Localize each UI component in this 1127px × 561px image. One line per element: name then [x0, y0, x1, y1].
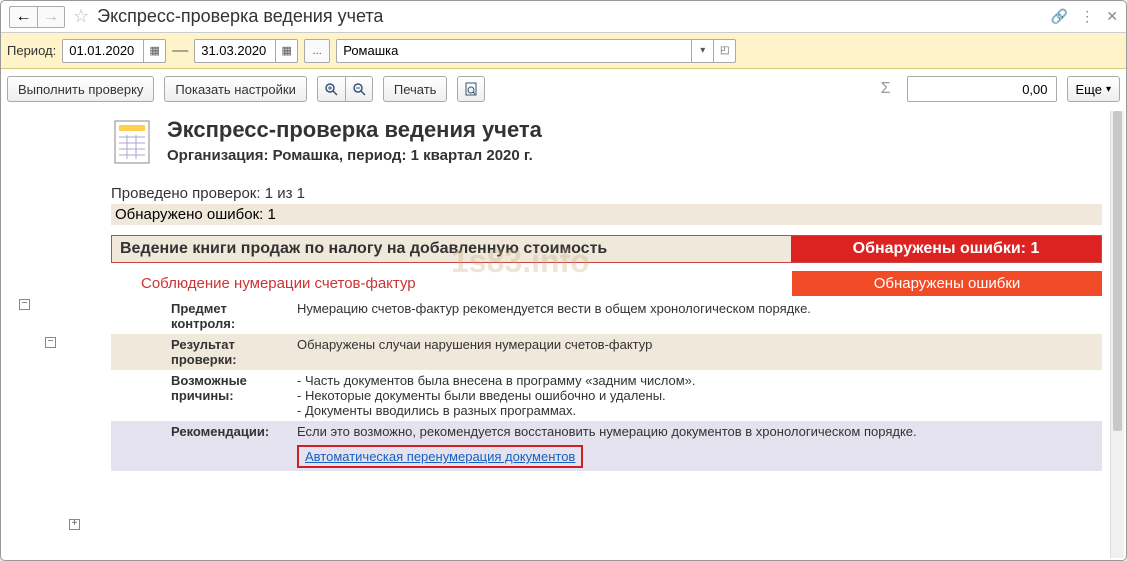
row-label: Предмет контроля: — [111, 298, 291, 334]
more-vertical-icon[interactable]: ⋮ — [1080, 8, 1094, 25]
date-from-input[interactable] — [63, 43, 143, 58]
subsection-title: Соблюдение нумерации счетов-фактур — [111, 271, 792, 296]
date-to-field[interactable]: ▦ — [194, 39, 298, 63]
section-sales-book: Ведение книги продаж по налогу на добавл… — [111, 235, 1102, 263]
detail-table: Предмет контроля: Нумерацию счетов-факту… — [111, 298, 1102, 471]
scrollbar[interactable] — [1110, 111, 1124, 558]
zoom-out-icon[interactable] — [345, 76, 373, 102]
section-status-badge: Обнаружены ошибки: 1 — [791, 236, 1101, 262]
show-settings-button[interactable]: Показать настройки — [164, 76, 306, 102]
row-label: Возможные причины: — [111, 370, 291, 421]
subsection-numbering: Соблюдение нумерации счетов-фактур Обнар… — [111, 271, 1102, 296]
row-value: Нумерацию счетов-фактур рекомендуется ве… — [291, 298, 1102, 334]
report-title: Экспресс-проверка ведения учета — [167, 117, 542, 143]
window-title: Экспресс-проверка ведения учета — [97, 6, 1051, 27]
report-icon — [111, 117, 153, 167]
sigma-icon: Σ — [881, 80, 891, 98]
favorite-star-icon[interactable]: ☆ — [73, 6, 89, 27]
nav-back-button[interactable]: ← — [9, 6, 37, 28]
dropdown-icon[interactable]: ▾ — [691, 40, 713, 62]
report-content: Экспресс-проверка ведения учета Организа… — [1, 109, 1126, 560]
more-button[interactable]: Еще▾ — [1067, 76, 1120, 102]
period-label: Период: — [7, 43, 56, 58]
table-row: Результат проверки: Обнаружены случаи на… — [111, 334, 1102, 370]
close-icon[interactable]: ✕ — [1106, 8, 1118, 25]
open-dialog-icon[interactable]: ◰ — [713, 40, 735, 62]
preview-icon[interactable] — [457, 76, 485, 102]
subsection-status-badge: Обнаружены ошибки — [792, 271, 1102, 296]
checks-count: Проведено проверок: 1 из 1 — [111, 185, 1102, 202]
sum-field[interactable] — [907, 76, 1057, 102]
table-row: Рекомендации: Если это возможно, рекомен… — [111, 421, 1102, 471]
period-bar: Период: ▦ — ▦ ... ▾ ◰ — [1, 33, 1126, 69]
report-subtitle: Организация: Ромашка, период: 1 квартал … — [167, 147, 542, 164]
table-row: Предмет контроля: Нумерацию счетов-факту… — [111, 298, 1102, 334]
row-label: Результат проверки: — [111, 334, 291, 370]
row-value: - Часть документов была внесена в програ… — [291, 370, 1102, 421]
auto-renumber-link[interactable]: Автоматическая перенумерация документов — [305, 449, 575, 464]
errors-count: Обнаружено ошибок: 1 — [111, 204, 1102, 225]
link-icon[interactable]: 🔗 — [1051, 8, 1068, 25]
print-button[interactable]: Печать — [383, 76, 448, 102]
row-value: Обнаружены случаи нарушения нумерации сч… — [291, 334, 1102, 370]
section-title: Ведение книги продаж по налогу на добавл… — [112, 236, 791, 262]
toolbar: Выполнить проверку Показать настройки Пе… — [1, 69, 1126, 109]
date-to-input[interactable] — [195, 43, 275, 58]
row-label: Рекомендации: — [111, 421, 291, 471]
organization-input[interactable] — [337, 43, 691, 58]
organization-field[interactable]: ▾ ◰ — [336, 39, 736, 63]
titlebar: ← → ☆ Экспресс-проверка ведения учета 🔗 … — [1, 1, 1126, 33]
calendar-icon[interactable]: ▦ — [143, 40, 165, 62]
zoom-in-icon[interactable] — [317, 76, 345, 102]
row-value: Если это возможно, рекомендуется восстан… — [291, 421, 1102, 471]
period-picker-button[interactable]: ... — [304, 39, 330, 63]
run-check-button[interactable]: Выполнить проверку — [7, 76, 154, 102]
date-from-field[interactable]: ▦ — [62, 39, 166, 63]
period-dash: — — [172, 42, 188, 60]
nav-forward-button[interactable]: → — [37, 6, 65, 28]
calendar-icon[interactable]: ▦ — [275, 40, 297, 62]
table-row: Возможные причины: - Часть документов бы… — [111, 370, 1102, 421]
scrollbar-thumb[interactable] — [1113, 111, 1122, 431]
link-highlight-box: Автоматическая перенумерация документов — [297, 445, 583, 468]
